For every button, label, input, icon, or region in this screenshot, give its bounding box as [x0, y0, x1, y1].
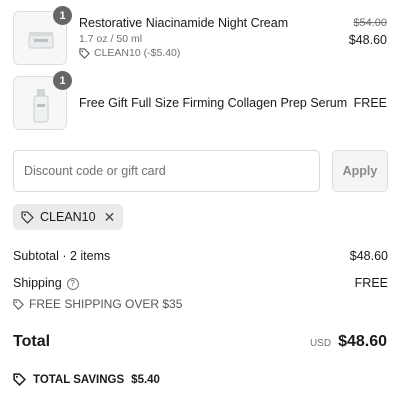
subtotal-label: Subtotal · 2 items [13, 249, 111, 263]
original-price: $54.00 [353, 17, 387, 29]
product-discount-text: CLEAN10 (-$5.40) [94, 47, 181, 59]
item-price: FREE [353, 96, 387, 110]
shipping-label-wrap: Shipping? [13, 276, 79, 290]
shipping-discount-note: FREE SHIPPING OVER $35 [13, 297, 182, 311]
help-icon[interactable]: ? [66, 277, 79, 290]
tag-icon [79, 47, 90, 59]
subtotal-value: $48.60 [349, 249, 388, 263]
product-discount: CLEAN10 (-$5.40) [79, 47, 180, 59]
product-variant: 1.7 oz / 50 ml [79, 33, 143, 45]
product-title: Restorative Niacinamide Night Cream [79, 16, 289, 30]
shipping-note-text: FREE SHIPPING OVER $35 [29, 297, 183, 311]
quantity-badge: 1 [53, 71, 72, 90]
savings-label: TOTAL SAVINGS [33, 373, 125, 386]
shipping-value: FREE [354, 276, 388, 290]
applied-discount-code: CLEAN10 [40, 210, 96, 224]
tag-icon [13, 373, 26, 386]
savings-value: $5.40 [131, 373, 160, 386]
product-thumbnail: 1 [13, 71, 72, 130]
currency-code: USD [309, 338, 332, 349]
apply-button[interactable]: Apply [332, 150, 388, 192]
tag-icon [21, 210, 34, 224]
shipping-row: Shipping? FREE [13, 276, 388, 290]
total-value: $48.60 [338, 333, 387, 350]
subtotal-row: Subtotal · 2 items $48.60 [13, 249, 388, 263]
total-savings: TOTAL SAVINGS $5.40 [13, 373, 160, 386]
total-label: Total [13, 333, 51, 350]
quantity-badge: 1 [53, 6, 72, 25]
shipping-label: Shipping [13, 276, 62, 290]
discount-code-input[interactable] [13, 150, 320, 192]
total-amount: USD $48.60 [310, 333, 387, 351]
product-title: Free Gift Full Size Firming Collagen Pre… [79, 96, 348, 110]
applied-discount-chip: CLEAN10 ✕ [13, 204, 124, 230]
tag-icon [13, 298, 24, 310]
item-price: $48.60 [348, 33, 387, 47]
product-thumbnail: 1 [13, 6, 72, 65]
close-icon[interactable]: ✕ [104, 209, 116, 226]
